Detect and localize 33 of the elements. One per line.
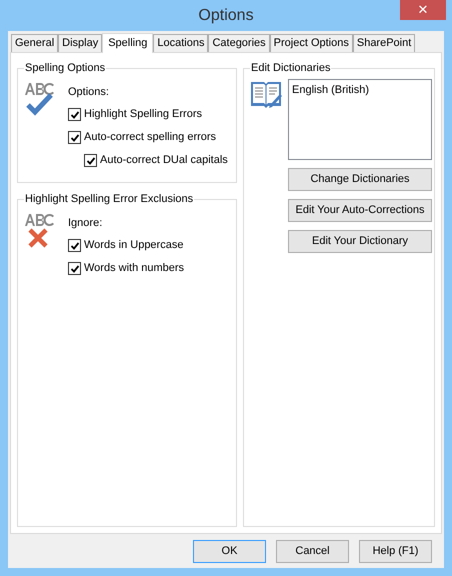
tab[interactable]: SharePoint <box>352 34 416 52</box>
dictionary-button[interactable]: Change Dictionaries <box>288 168 432 191</box>
section-heading: Ignore: <box>68 216 104 231</box>
checkbox-option[interactable]: Words with numbers <box>68 257 184 280</box>
dialog-button[interactable]: Help (F1) <box>359 540 432 562</box>
checkbox[interactable] <box>84 154 97 167</box>
dialog-button[interactable]: Cancel <box>276 540 349 562</box>
tab[interactable]: Project Options <box>270 34 353 52</box>
window-title: Options <box>198 6 254 26</box>
section-heading: Options: <box>68 85 110 100</box>
dictionary-button[interactable]: Edit Your Dictionary <box>288 230 432 253</box>
list-item[interactable]: English (British) <box>291 82 429 98</box>
tab[interactable]: General <box>11 34 58 52</box>
dialog-button[interactable]: OK <box>193 540 266 562</box>
checkbox[interactable] <box>68 108 81 121</box>
book-pen-icon <box>250 79 282 109</box>
checkbox-option[interactable]: Auto-correct spelling errors <box>68 126 228 149</box>
checkbox-option[interactable]: Words in Uppercase <box>68 234 184 257</box>
tab[interactable]: Spelling <box>102 33 154 53</box>
checkbox[interactable] <box>68 239 81 252</box>
group-title: Spelling Options <box>24 60 106 76</box>
tab[interactable]: Locations <box>153 34 208 52</box>
checkbox[interactable] <box>68 131 81 144</box>
close-button[interactable]: ✕ <box>400 0 446 20</box>
checkbox-option[interactable]: Highlight Spelling Errors <box>68 103 228 126</box>
dictionary-list[interactable]: English (British) <box>288 79 432 160</box>
checkbox-option[interactable]: Auto-correct DUal capitals <box>84 149 228 172</box>
checkbox[interactable] <box>68 262 81 275</box>
group-title: Highlight Spelling Error Exclusions <box>24 191 194 207</box>
dictionary-button[interactable]: Edit Your Auto-Corrections <box>288 199 432 222</box>
abc-cross-icon <box>24 212 56 250</box>
tab[interactable]: Display <box>58 34 102 52</box>
tab[interactable]: Categories <box>208 34 270 52</box>
